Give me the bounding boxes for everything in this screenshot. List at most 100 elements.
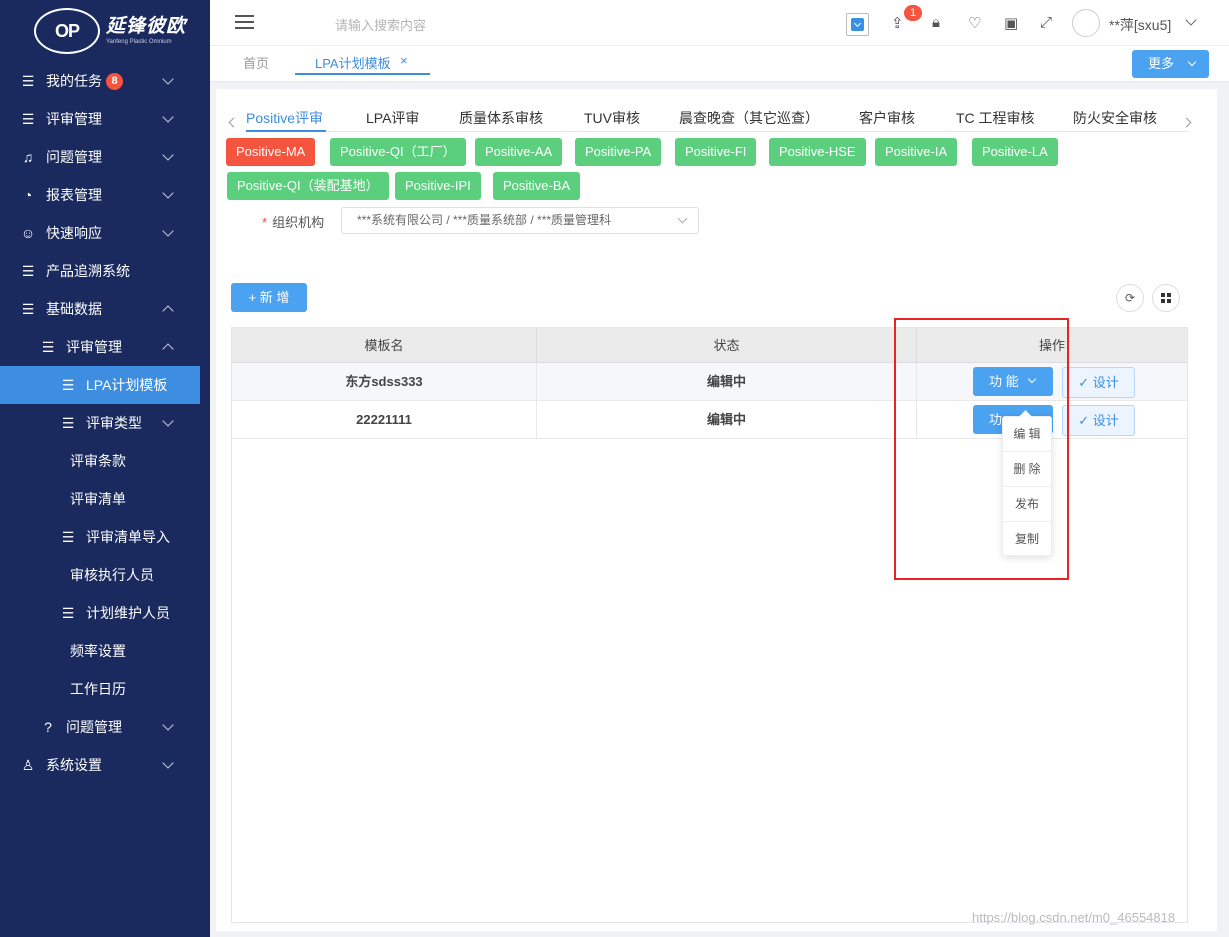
chevron-up-icon [162,305,174,317]
sidebar: OP 延锋彼欧 Yanfeng Plastic Omnium ☰ 我的任务 8 … [0,0,210,937]
tag-positive-hse[interactable]: Positive-HSE [769,138,866,166]
sidebar-item-issue-mgmt[interactable]: ♫ 问题管理 [0,138,210,176]
list-icon: ☰ [61,376,75,393]
tab-tc-engineering-audit[interactable]: TC 工程审核 [956,108,1035,128]
list-icon: ☰ [21,110,35,127]
sidebar-item-work-calendar[interactable]: 工作日历 [0,670,210,708]
sidebar-item-label: 我的任务 [46,73,102,89]
design-button[interactable]: ✓ 设计 [1062,367,1135,398]
pie-chart-icon: ◔ [23,187,33,203]
chevron-down-icon [162,757,174,769]
org-select[interactable]: ***系统有限公司 / ***质量系统部 / ***质量管理科 [341,207,699,234]
sidebar-item-label: 频率设置 [70,643,126,659]
tag-positive-ia[interactable]: Positive-IA [875,138,958,166]
sidebar-item-reports[interactable]: ◔ 报表管理 [0,176,210,214]
logo-mark: OP [34,8,100,54]
tag-positive-ipi[interactable]: Positive-IPI [395,172,481,200]
tab-fire-safety-audit[interactable]: 防火安全审核 [1073,108,1157,128]
sidebar-item-plan-maintainers[interactable]: ☰ 计划维护人员 [0,594,210,632]
sidebar-item-label: 评审条款 [70,453,126,469]
add-button[interactable]: + 新 增 [231,283,307,312]
sidebar-item-auditors[interactable]: 审核执行人员 [0,556,210,594]
tag-positive-fi[interactable]: Positive-FI [675,138,757,166]
share-icon[interactable]: ⇪ [891,14,904,32]
tag-positive-ba[interactable]: Positive-BA [493,172,581,200]
translate-icon[interactable]: ▣ [1004,14,1018,32]
design-button[interactable]: ✓ 设计 [1062,405,1135,436]
list-icon: ☰ [21,300,35,317]
sidebar-item-label: 产品追溯系统 [46,263,130,279]
sidebar-item-label: 系统设置 [46,757,102,773]
sidebar-item-traceability[interactable]: ☰ 产品追溯系统 [0,252,210,290]
scroll-right-icon[interactable] [1181,117,1192,128]
sidebar-item-label: 工作日历 [70,681,126,697]
hamburger-menu-icon[interactable] [235,15,254,29]
chevron-down-icon [162,73,174,85]
column-header-status: 状态 [537,328,917,363]
tab-lpa-template[interactable]: LPA计划模板 [315,53,391,72]
tab-positive-review[interactable]: Positive评审 [246,108,323,128]
tag-positive-qi-assembly[interactable]: Positive-QI（装配基地） [227,172,389,200]
org-select-value: ***系统有限公司 / ***质量系统部 / ***质量管理科 [357,213,612,227]
list-icon: ☰ [61,528,75,545]
sidebar-item-review-checklist[interactable]: 评审清单 [0,480,210,518]
username[interactable]: **萍[sxu5] [1109,15,1171,35]
more-button-label: 更多 [1148,56,1175,71]
sidebar-item-label: 问题管理 [46,149,102,165]
list-icon: ☰ [21,72,35,89]
active-tab-indicator [295,73,430,75]
tag-positive-pa[interactable]: Positive-PA [575,138,662,166]
chevron-down-icon [677,213,688,224]
sidebar-item-quick-response[interactable]: ☺ 快速响应 [0,214,210,252]
cell-status: 编辑中 [537,401,917,438]
sidebar-item-issue-mgmt-sub[interactable]: ? 问题管理 [0,708,210,746]
sidebar-item-checklist-import[interactable]: ☰ 评审清单导入 [0,518,210,556]
task-count-badge: 8 [106,72,123,90]
search-input[interactable]: 请输入搜索内容 [335,15,426,34]
shirt-icon[interactable]: ♡ [968,14,981,32]
sidebar-item-review-type[interactable]: ☰ 评审类型 [0,404,210,442]
tag-positive-la[interactable]: Positive-LA [972,138,1058,166]
sidebar-item-lpa-template[interactable]: ☰ LPA计划模板 [0,366,200,404]
sidebar-item-system-settings[interactable]: ♙ 系统设置 [0,746,210,784]
tab-tuv-audit[interactable]: TUV审核 [584,108,640,128]
more-button[interactable]: 更多 [1132,50,1209,78]
sidebar-item-review-clauses[interactable]: 评审条款 [0,442,210,480]
close-icon[interactable]: × [400,53,408,68]
top-header: 请输入搜索内容 ⇪ 1 🔒︎ ♡ ▣ ⤢ **萍[sxu5] [210,0,1229,46]
sidebar-item-frequency[interactable]: 频率设置 [0,632,210,670]
fullscreen-icon[interactable]: ⤢ [1040,14,1052,31]
tag-positive-qi-factory[interactable]: Positive-QI（工厂） [330,138,466,166]
sidebar-item-my-tasks[interactable]: ☰ 我的任务 8 [0,62,210,100]
tab-morning-evening-check[interactable]: 晨查晚查（其它巡查） [679,108,819,128]
tab-customer-audit[interactable]: 客户审核 [859,108,915,128]
bell-icon: ♫ [22,149,34,165]
sidebar-item-base-data[interactable]: ☰ 基础数据 [0,290,210,328]
list-icon: ☰ [21,262,35,279]
avatar[interactable] [1072,9,1100,37]
refresh-icon[interactable]: ⟳ [1116,284,1144,312]
sidebar-item-review-mgmt[interactable]: ☰ 评审管理 [0,100,210,138]
sidebar-item-label: 评审清单导入 [86,529,170,545]
cell-template-name: 22221111 [232,401,537,438]
org-label: * 组织机构 [262,215,325,230]
scroll-left-icon[interactable] [228,117,239,128]
sidebar-item-review-mgmt-sub[interactable]: ☰ 评审管理 [0,328,210,366]
chevron-down-icon [162,111,174,123]
lock-icon[interactable]: 🔒︎ [932,14,940,31]
tag-positive-aa[interactable]: Positive-AA [475,138,563,166]
chevron-down-icon [162,149,174,161]
tab-home[interactable]: 首页 [243,53,269,72]
sidebar-item-label: LPA计划模板 [86,377,168,393]
checkbox-select-icon[interactable] [846,13,869,36]
logo: OP 延锋彼欧 Yanfeng Plastic Omnium [0,0,210,62]
sidebar-item-label: 评审管理 [46,111,102,127]
chevron-down-icon[interactable] [1185,14,1197,26]
tab-quality-system-audit[interactable]: 质量体系审核 [459,108,543,128]
chevron-up-icon [162,343,174,355]
grid-icon[interactable] [1152,284,1180,312]
chevron-down-icon [162,415,174,427]
tag-positive-ma[interactable]: Positive-MA [226,138,316,166]
tab-lpa-review[interactable]: LPA评审 [366,108,419,128]
logo-text-en: Yanfeng Plastic Omnium [106,39,172,45]
